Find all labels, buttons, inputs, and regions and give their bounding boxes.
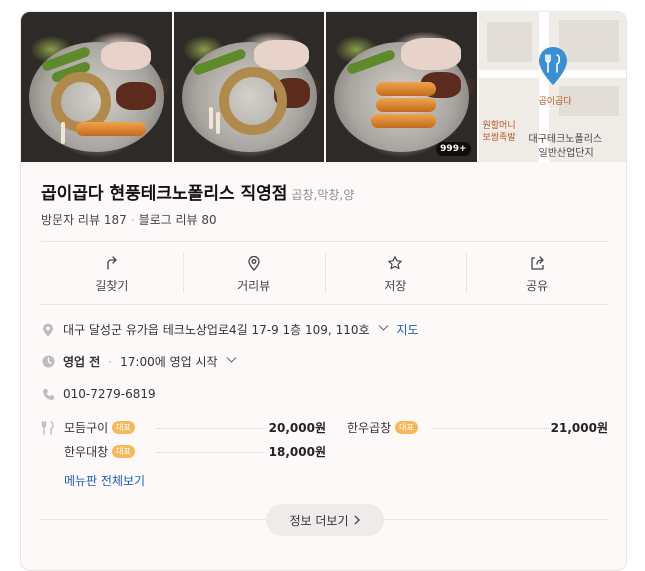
more-info-button[interactable]: 정보 더보기 [266,504,384,536]
full-menu-link[interactable]: 메뉴판 전체보기 [64,472,145,489]
separator-dot: · [130,212,135,227]
review-summary: 방문자 리뷰 187 · 블로그 리뷰 80 [41,211,217,228]
photo-1[interactable] [21,12,172,162]
photo-count-badge: 999+ [436,142,471,156]
business-hours: 17:00에 영업 시작 [120,355,218,369]
blog-reviews-link[interactable]: 블로그 리뷰 80 [139,211,217,228]
star-icon [388,255,403,269]
directions-icon [107,255,117,270]
chevron-down-icon[interactable] [226,356,237,367]
photo-strip: 999+ 곱이곱다 원할머니 보쌈족발 대구테크노폴리스 일반산업단지 [21,12,626,162]
place-category: 곱창,막창,양 [291,188,355,202]
place-card: 999+ 곱이곱다 원할머니 보쌈족발 대구테크노폴리스 일반산업단지 곱이곱다… [20,11,627,571]
more-info-label: 정보 더보기 [289,513,349,528]
save-button[interactable]: 저장 [324,245,467,303]
menu-item-price: 21,000원 [550,421,608,435]
phone-row: 010-7279-6819 [41,387,156,401]
separator-dot: · [108,354,113,369]
map-pin-icon [538,47,567,85]
signature-tag: 대표 [395,421,418,434]
share-button[interactable]: 공유 [466,245,608,303]
signature-tag: 대표 [112,445,135,458]
dotted-leader [156,428,266,429]
visitor-reviews-link[interactable]: 방문자 리뷰 187 [41,211,127,228]
map-thumbnail[interactable]: 곱이곱다 원할머니 보쌈족발 대구테크노폴리스 일반산업단지 [478,12,626,162]
phone-icon [41,387,55,401]
map-label: 일반산업단지 [538,148,594,159]
phone-number[interactable]: 010-7279-6819 [63,387,156,401]
save-label: 저장 [384,278,407,293]
place-title[interactable]: 곱이곱다 현풍테크노폴리스 직영점 [41,179,287,204]
map-label: 보쌈족발 [482,133,516,143]
menu-item-name: 한우곱창 [347,421,392,435]
menu-item-price: 20,000원 [268,421,326,435]
chevron-right-icon [354,515,360,525]
menu-item[interactable]: 한우곱창 대표 [347,419,418,436]
directions-button[interactable]: 길찾기 [41,245,183,303]
street-view-label: 거리뷰 [237,278,271,293]
location-pin-icon [41,323,55,337]
divider [41,241,608,242]
menu-item-name: 모듬구이 [64,421,109,435]
directions-label: 길찾기 [95,278,129,293]
divider [41,304,608,305]
address-text: 대구 달성군 유가읍 테크노상업로4길 17-9 1층 109, 110호 [63,323,370,337]
street-view-button[interactable]: 거리뷰 [182,245,325,303]
menu-item-price: 18,000원 [268,445,326,459]
map-link[interactable]: 지도 [397,321,419,338]
menu-item[interactable]: 모듬구이 대표 [64,419,135,436]
menu-item-name: 한우대창 [64,445,109,459]
location-pin-icon [247,255,260,271]
menu-item[interactable]: 한우대창 대표 [64,443,135,460]
dotted-leader [156,452,266,453]
photo-3[interactable]: 999+ [326,12,477,162]
share-icon [531,255,544,270]
map-label: 대구테크노폴리스 [528,134,603,145]
share-label: 공유 [526,278,549,293]
place-header: 곱이곱다 현풍테크노폴리스 직영점 곱창,막창,양 [41,179,354,204]
utensils-icon [41,421,55,435]
business-status: 영업 전 [63,355,101,369]
clock-icon [41,355,55,369]
action-bar: 길찾기 거리뷰 저장 공유 [41,245,608,303]
map-pin-label: 곱이곱다 [538,97,572,107]
signature-tag: 대표 [112,421,135,434]
address-row: 대구 달성군 유가읍 테크노상업로4길 17-9 1층 109, 110호 지도 [41,321,419,338]
chevron-down-icon[interactable] [378,324,389,335]
hours-row: 영업 전 · 17:00에 영업 시작 [41,353,237,370]
photo-2[interactable] [173,12,324,162]
